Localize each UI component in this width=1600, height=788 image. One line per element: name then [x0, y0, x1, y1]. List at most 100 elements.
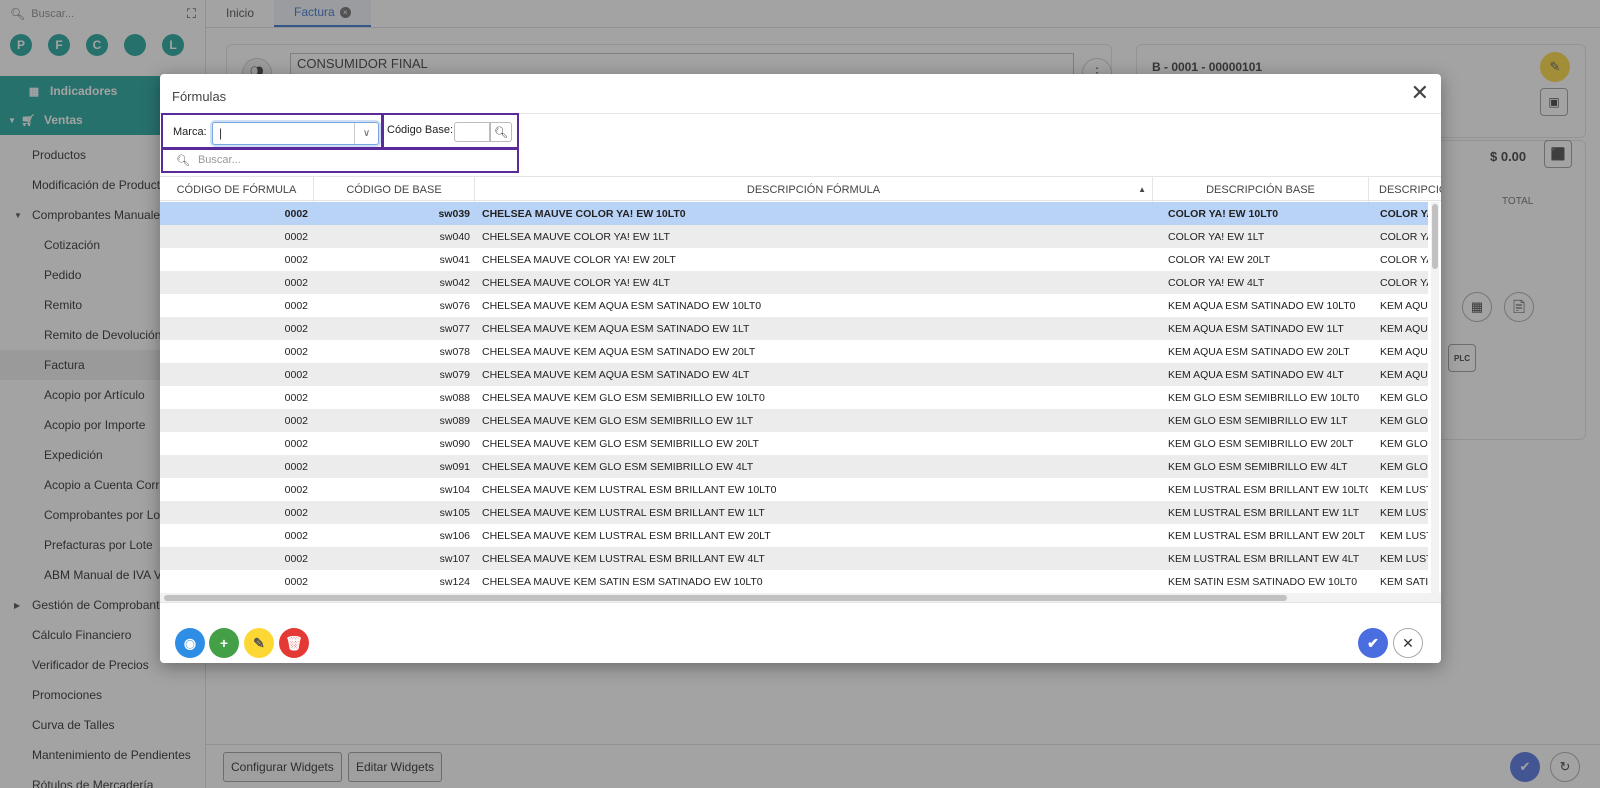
cell-descripcion-formula: CHELSEA MAUVE KEM AQUA ESM SATINADO EW 1… [482, 299, 762, 312]
cell-descripcion-formula: CHELSEA MAUVE KEM SATIN ESM SATINADO EW … [482, 575, 763, 588]
cell-codigo-formula: 0002 [284, 276, 308, 289]
table-row[interactable]: 0002 sw040 CHELSEA MAUVE COLOR YA! EW 1LT C… [160, 225, 1428, 248]
formulas-dialog: Fórmulas ✕ Marca: | ∨ Código Base: 🔍︎ 🔍︎… [160, 74, 1441, 663]
cell-codigo-base: sw089 [439, 414, 470, 427]
table-row[interactable]: 0002 sw076 CHELSEA MAUVE KEM AQUA ESM SATI… [160, 294, 1428, 317]
search-icon[interactable]: 🔍︎ [490, 122, 512, 142]
cell-descripcion: KEM LUST [1380, 529, 1428, 542]
cell-codigo-base: sw039 [438, 207, 470, 220]
cell-descripcion: KEM AQUA [1380, 322, 1428, 335]
table-row[interactable]: 0002 sw089 CHELSEA MAUVE KEM GLO ESM SEMIB… [160, 409, 1428, 432]
cell-codigo-formula: 0002 [284, 552, 308, 565]
cell-codigo-formula: 0002 [284, 483, 308, 496]
cell-codigo-formula: 0002 [284, 575, 308, 588]
trash-icon: 🗑︎ [285, 634, 303, 651]
cell-codigo-base: sw104 [439, 483, 470, 496]
table-row[interactable]: 0002 sw077 CHELSEA MAUVE KEM AQUA ESM SATI… [160, 317, 1428, 340]
cell-codigo-formula: 0002 [284, 207, 308, 220]
grid-header: CÓDIGO DE FÓRMULA CÓDIGO DE BASE DESCRIP… [160, 176, 1441, 202]
cell-descripcion-base: KEM AQUA ESM SATINADO EW 20LT [1168, 345, 1350, 358]
codigo-base-input[interactable] [454, 122, 490, 142]
cell-descripcion-base: KEM AQUA ESM SATINADO EW 4LT [1168, 368, 1344, 381]
plus-icon: + [219, 635, 229, 651]
cell-codigo-base: sw078 [439, 345, 470, 358]
table-row[interactable]: 0002 sw039 CHELSEA MAUVE COLOR YA! EW 10LT… [160, 202, 1428, 225]
table-row[interactable]: 0002 sw041 CHELSEA MAUVE COLOR YA! EW 20LT… [160, 248, 1428, 271]
cell-descripcion-formula: CHELSEA MAUVE KEM AQUA ESM SATINADO EW 2… [482, 345, 756, 358]
cell-codigo-base: sw088 [439, 391, 470, 404]
codigo-base-label: Código Base: [387, 124, 454, 136]
cell-descripcion-formula: CHELSEA MAUVE KEM LUSTRAL ESM BRILLANT E… [482, 529, 771, 542]
cell-descripcion-formula: CHELSEA MAUVE KEM GLO ESM SEMIBRILLO EW … [482, 437, 759, 450]
cell-codigo-formula: 0002 [284, 322, 308, 335]
cell-descripcion: KEM AQUA [1380, 299, 1428, 312]
cell-codigo-formula: 0002 [284, 391, 308, 404]
vertical-scroll-thumb[interactable] [1432, 204, 1438, 269]
cell-codigo-formula: 0002 [284, 529, 308, 542]
cell-codigo-base: sw041 [439, 253, 470, 266]
cell-codigo-formula: 0002 [284, 345, 308, 358]
cell-descripcion: KEM SATIN [1380, 575, 1428, 588]
cell-descripcion: KEM LUST [1380, 506, 1428, 519]
cell-descripcion-formula: CHELSEA MAUVE KEM LUSTRAL ESM BRILLANT E… [482, 506, 765, 519]
cell-codigo-base: sw090 [439, 437, 470, 450]
column-header-descripcion-formula[interactable]: DESCRIPCIÓN FÓRMULA ▲ [475, 177, 1153, 202]
cell-codigo-formula: 0002 [284, 460, 308, 473]
cell-descripcion-base: KEM AQUA ESM SATINADO EW 1LT [1168, 322, 1344, 335]
close-icon[interactable]: ✕ [1411, 82, 1429, 104]
column-header-codigo-formula[interactable]: CÓDIGO DE FÓRMULA [160, 177, 314, 202]
column-header-codigo-base[interactable]: CÓDIGO DE BASE [314, 177, 475, 202]
cell-descripcion-base: COLOR YA! EW 10LT0 [1168, 207, 1279, 220]
table-row[interactable]: 0002 sw078 CHELSEA MAUVE KEM AQUA ESM SATI… [160, 340, 1428, 363]
table-row[interactable]: 0002 sw088 CHELSEA MAUVE KEM GLO ESM SEMIB… [160, 386, 1428, 409]
sort-asc-icon: ▲ [1138, 185, 1146, 194]
edit-button[interactable]: ✎ [244, 628, 274, 658]
view-button[interactable]: ◉ [175, 628, 205, 658]
cell-descripcion: COLOR YA! [1380, 230, 1428, 243]
table-row[interactable]: 0002 sw107 CHELSEA MAUVE KEM LUSTRAL ESM B… [160, 547, 1428, 570]
close-icon: ✕ [1402, 634, 1414, 651]
search-icon: 🔍︎ [176, 154, 190, 167]
cancel-button[interactable]: ✕ [1393, 628, 1423, 658]
cell-descripcion: KEM AQUA [1380, 368, 1428, 381]
cell-descripcion: COLOR YA! [1380, 253, 1428, 266]
table-row[interactable]: 0002 sw079 CHELSEA MAUVE KEM AQUA ESM SATI… [160, 363, 1428, 386]
cell-descripcion-formula: CHELSEA MAUVE KEM AQUA ESM SATINADO EW 1… [482, 322, 750, 335]
chevron-down-icon[interactable]: ∨ [354, 123, 378, 144]
table-row[interactable]: 0002 sw104 CHELSEA MAUVE KEM LUSTRAL ESM B… [160, 478, 1428, 501]
cell-codigo-formula: 0002 [284, 437, 308, 450]
cell-codigo-base: sw124 [439, 575, 470, 588]
cell-descripcion-formula: CHELSEA MAUVE KEM GLO ESM SEMIBRILLO EW … [482, 391, 765, 404]
pencil-icon: ✎ [253, 634, 265, 651]
check-icon: ✔ [1367, 634, 1379, 651]
add-button[interactable]: + [209, 628, 239, 658]
table-row[interactable]: 0002 sw105 CHELSEA MAUVE KEM LUSTRAL ESM B… [160, 501, 1428, 524]
cell-descripcion: COLOR YA! [1380, 207, 1428, 220]
column-header-descripcion-base[interactable]: DESCRIPCIÓN BASE [1153, 177, 1369, 202]
cell-descripcion-formula: CHELSEA MAUVE KEM LUSTRAL ESM BRILLANT E… [482, 552, 765, 565]
marca-label: Marca: [173, 126, 207, 138]
horizontal-scroll-thumb[interactable] [164, 595, 1287, 601]
cell-codigo-formula: 0002 [284, 506, 308, 519]
cell-descripcion: KEM GLO [1380, 391, 1428, 404]
table-row[interactable]: 0002 sw124 CHELSEA MAUVE KEM SATIN ESM SAT… [160, 570, 1428, 593]
cell-codigo-base: sw077 [439, 322, 470, 335]
cell-descripcion: KEM GLO [1380, 437, 1428, 450]
delete-button[interactable]: 🗑︎ [279, 628, 309, 658]
cell-descripcion-base: KEM LUSTRAL ESM BRILLANT EW 1LT [1168, 506, 1360, 519]
cell-codigo-formula: 0002 [284, 230, 308, 243]
grid-search-input[interactable]: 🔍︎ Buscar... [168, 150, 504, 170]
dialog-footer [160, 602, 1441, 663]
accept-button[interactable]: ✔ [1358, 628, 1388, 658]
table-row[interactable]: 0002 sw042 CHELSEA MAUVE COLOR YA! EW 4LT C… [160, 271, 1428, 294]
table-row[interactable]: 0002 sw106 CHELSEA MAUVE KEM LUSTRAL ESM B… [160, 524, 1428, 547]
cell-descripcion-base: COLOR YA! EW 1LT [1168, 230, 1265, 243]
column-header-descripcion[interactable]: DESCRIPCIÓN [1369, 177, 1441, 202]
table-row[interactable]: 0002 sw091 CHELSEA MAUVE KEM GLO ESM SEMIB… [160, 455, 1428, 478]
cell-descripcion-base: KEM GLO ESM SEMIBRILLO EW 4LT [1168, 460, 1348, 473]
cell-codigo-base: sw042 [439, 276, 470, 289]
cell-descripcion: COLOR YA! [1380, 276, 1428, 289]
table-row[interactable]: 0002 sw090 CHELSEA MAUVE KEM GLO ESM SEMIB… [160, 432, 1428, 455]
cell-descripcion-base: COLOR YA! EW 4LT [1168, 276, 1265, 289]
cell-codigo-base: sw079 [439, 368, 470, 381]
